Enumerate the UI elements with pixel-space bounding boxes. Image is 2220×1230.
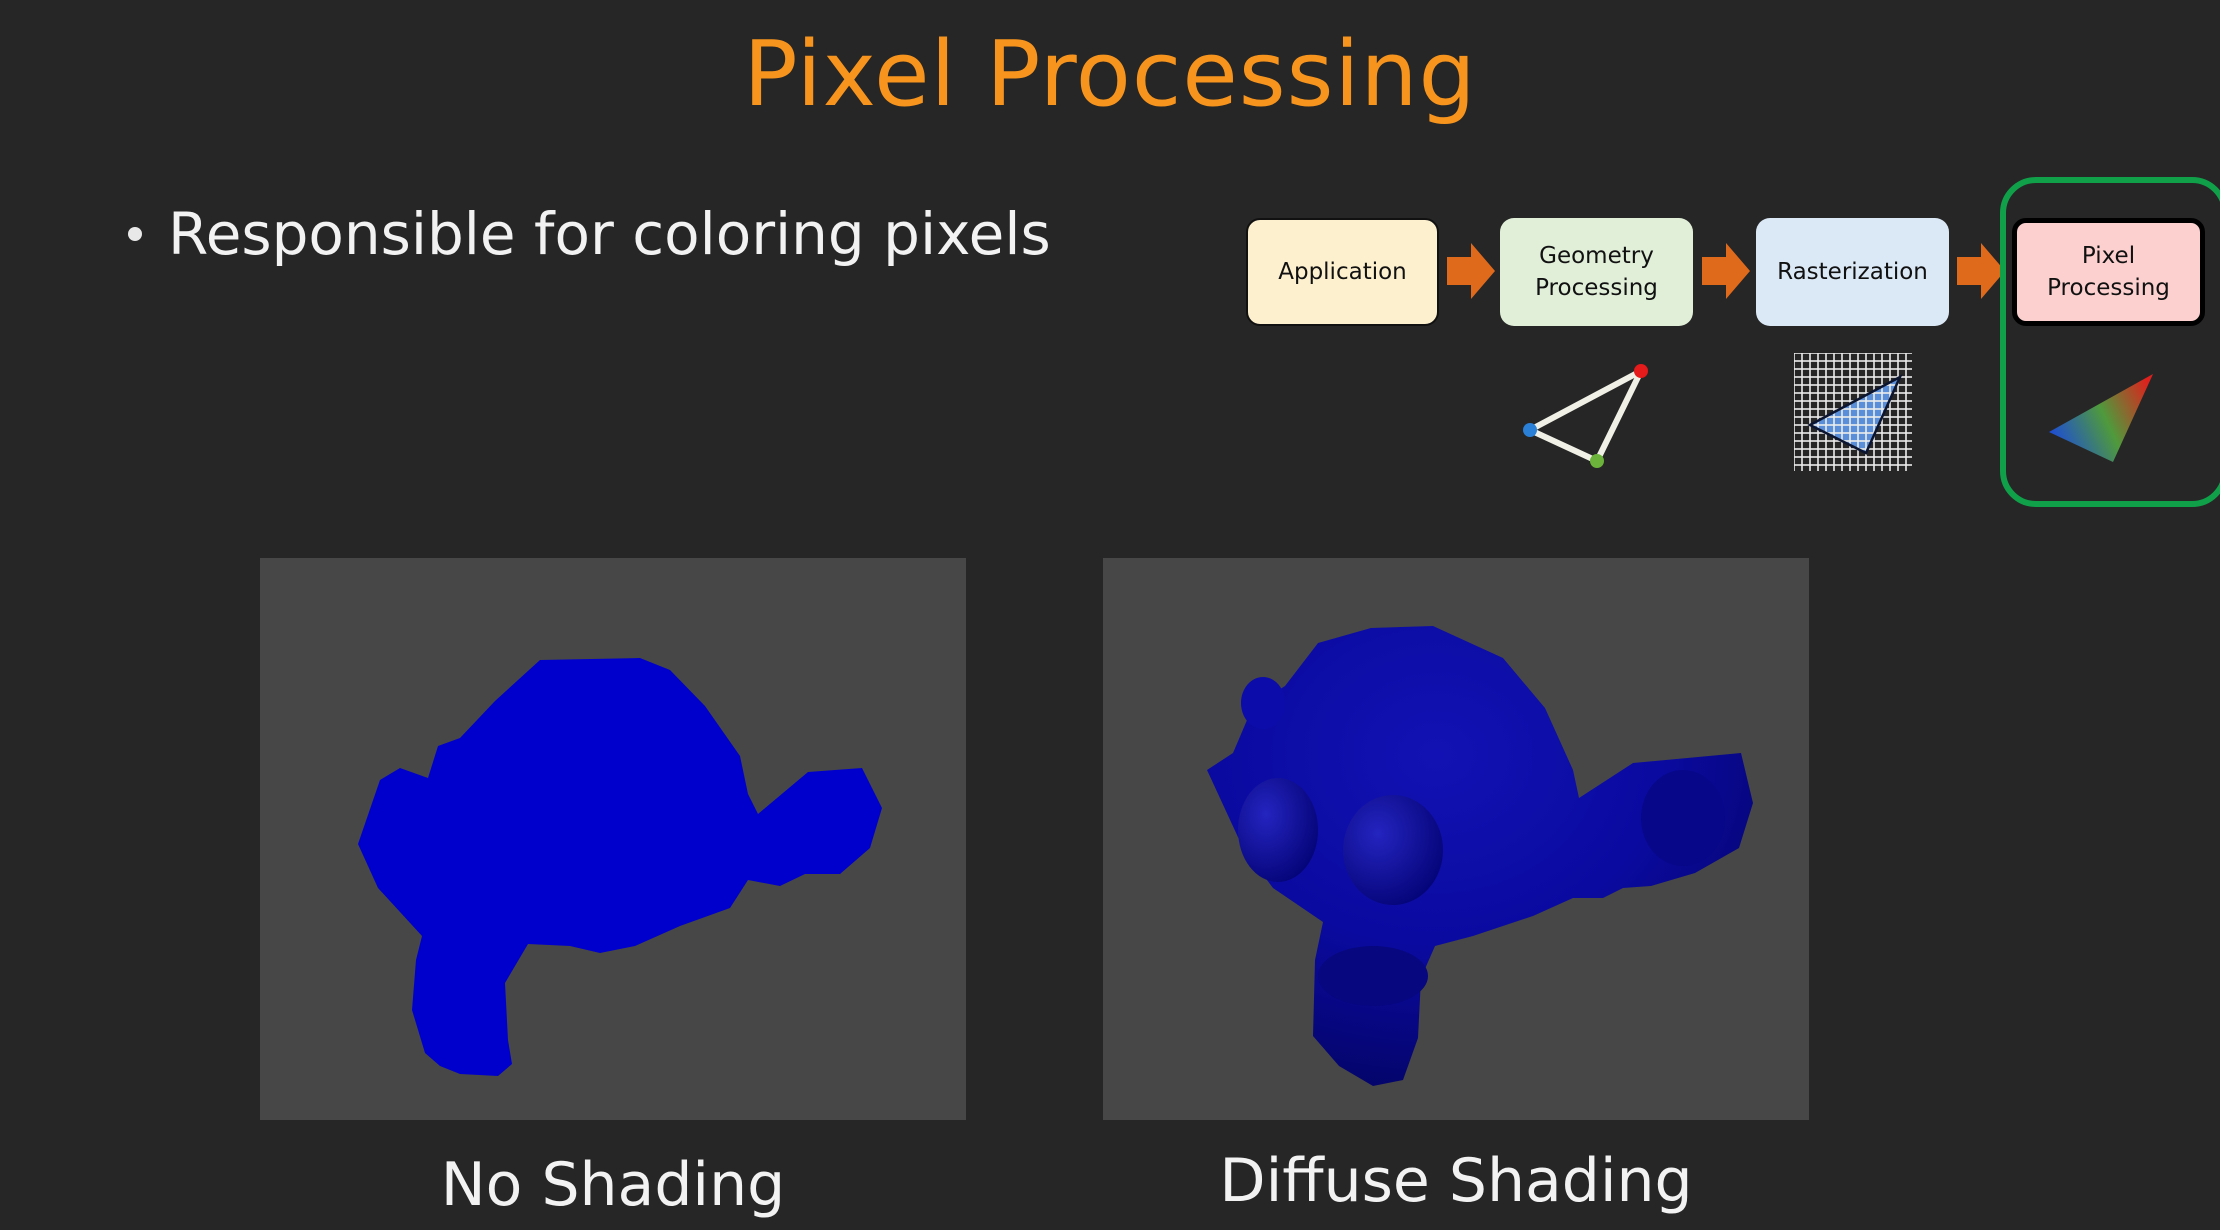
arrow-right-icon <box>1702 243 1750 299</box>
stage-geometry-processing: Geometry Processing <box>1500 218 1693 326</box>
slide-title: Pixel Processing <box>743 22 1477 127</box>
render-panel-diffuse-shading <box>1103 558 1809 1120</box>
triangle-vertices-icon <box>1523 364 1648 468</box>
render-panel-no-shading <box>260 558 966 1120</box>
stage-label: Application <box>1278 259 1407 285</box>
bullet-text: Responsible for coloring pixels <box>168 200 1051 268</box>
caption-diffuse-shading: Diffuse Shading <box>1219 1146 1693 1216</box>
bullet-dot <box>128 227 142 241</box>
stage-application: Application <box>1246 218 1439 326</box>
arrow-right-icon <box>1957 243 2005 299</box>
diffuse-shaded-monkey-image <box>1207 626 1753 1086</box>
shaded-triangle-icon <box>2049 374 2153 462</box>
flat-shaded-monkey-image <box>358 658 882 1076</box>
raster-grid-icon <box>1794 353 1912 471</box>
stage-rasterization: Rasterization <box>1756 218 1949 326</box>
bullet-item: Responsible for coloring pixels <box>128 200 1051 268</box>
stage-label: Geometry Processing <box>1535 243 1658 301</box>
caption-no-shading: No Shading <box>440 1150 786 1220</box>
stage-label: Rasterization <box>1777 259 1928 285</box>
arrow-right-icon <box>1447 243 1495 299</box>
